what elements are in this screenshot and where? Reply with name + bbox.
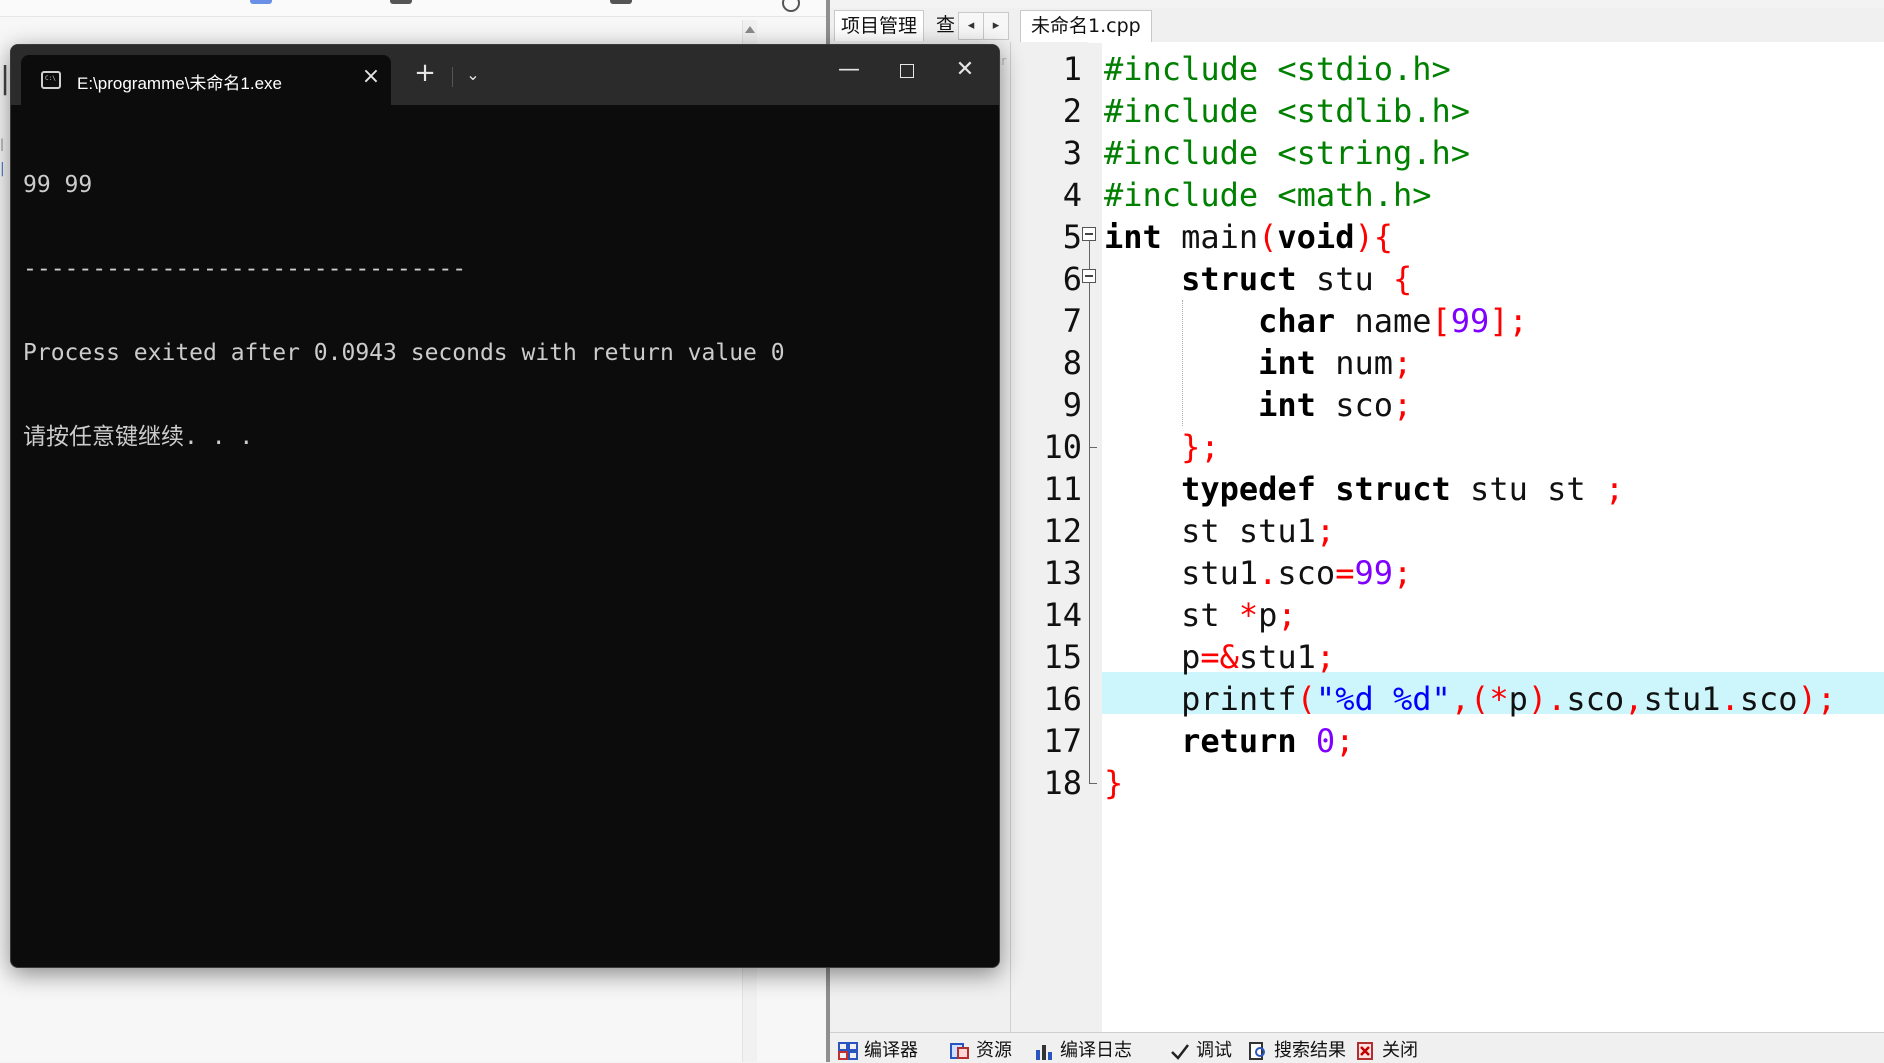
check-icon	[1170, 1042, 1190, 1060]
code-line: printf("%d %d",(*p).sco,stu1.sco);	[1104, 680, 1837, 718]
toolbar-icon	[390, 0, 412, 4]
code-line: p=&stu1;	[1104, 638, 1336, 676]
toolbar-icon	[250, 0, 272, 4]
code-line: int num;	[1258, 344, 1413, 382]
terminal-tab-title: E:\programme\未命名1.exe	[77, 74, 283, 93]
line-number: 6	[1062, 260, 1082, 298]
fold-collapse-icon[interactable]	[1082, 269, 1096, 283]
line-number: 18	[1043, 764, 1082, 802]
line-number: 16	[1043, 680, 1082, 718]
fold-line	[1089, 283, 1090, 783]
text-fragment-mark: |	[0, 61, 11, 96]
resources-icon	[950, 1042, 970, 1060]
line-number: 9	[1062, 386, 1082, 424]
fold-line	[1089, 241, 1090, 269]
fold-end-tick	[1089, 783, 1097, 784]
code-line: st stu1;	[1104, 512, 1336, 550]
tab-resources-label: 资源	[976, 1040, 1012, 1061]
text-fragment-mark: |	[0, 161, 5, 177]
line-number: 4	[1062, 176, 1082, 214]
chevron-down-icon[interactable]: ⌄	[461, 63, 485, 87]
line-number: 5	[1062, 218, 1082, 256]
tab-scroll-right-icon[interactable]: ▸	[983, 12, 1009, 40]
tab-compile-log[interactable]: 编译日志	[1034, 1039, 1152, 1063]
text-fragment-mark: |	[0, 137, 5, 151]
line-number: 11	[1043, 470, 1082, 508]
tab-scroll-left-icon[interactable]: ◂	[958, 12, 984, 40]
line-number: 7	[1062, 302, 1082, 340]
chart-bars-icon	[1034, 1042, 1054, 1060]
bottom-panel-tabs: 编译器 资源 编译日志 调试 搜索结果 关闭	[830, 1032, 1884, 1063]
code-line: };	[1181, 428, 1220, 466]
plus-icon[interactable]: +	[413, 60, 437, 86]
terminal-window[interactable]: E:\programme\未命名1.exe × + ⌄ — ✕ 99 99 --…	[10, 44, 1000, 968]
line-number: 17	[1043, 722, 1082, 760]
maximize-box	[900, 64, 914, 78]
tab-compile-log-label: 编译日志	[1060, 1040, 1132, 1061]
maximize-icon[interactable]	[887, 55, 927, 85]
code-line: int sco;	[1258, 386, 1413, 424]
line-number: 3	[1062, 134, 1082, 172]
line-number: 2	[1062, 92, 1082, 130]
ide-tab-bar: 项目管理 查 ◂ ▸ 未命名1.cpp	[830, 8, 1884, 43]
tab-project-manager[interactable]: 项目管理	[834, 10, 925, 41]
code-line: char name[99];	[1258, 302, 1528, 340]
code-line: stu1.sco=99;	[1104, 554, 1413, 592]
tab-compiler[interactable]: 编译器	[838, 1039, 928, 1063]
terminal-titlebar[interactable]: E:\programme\未命名1.exe × + ⌄ — ✕	[11, 45, 999, 105]
tab-search-results[interactable]: 搜索结果	[1248, 1039, 1350, 1063]
compiler-grid-icon	[838, 1042, 858, 1060]
titlebar-separator	[452, 67, 453, 87]
search-results-icon	[1248, 1042, 1268, 1060]
output-line: --------------------------------	[23, 256, 467, 282]
toolbar-icon	[610, 0, 632, 4]
tab-debug[interactable]: 调试	[1170, 1039, 1236, 1063]
background-toolbar	[0, 0, 826, 17]
tab-debug-label: 调试	[1196, 1040, 1232, 1061]
fold-collapse-icon[interactable]	[1082, 227, 1096, 241]
line-number: 1	[1062, 50, 1082, 88]
tab-resources[interactable]: 资源	[950, 1039, 1026, 1063]
line-number: 13	[1043, 554, 1082, 592]
line-number: 12	[1043, 512, 1082, 550]
tab-view[interactable]: 查	[930, 10, 961, 40]
line-number: 14	[1043, 596, 1082, 634]
line-number: 10	[1043, 428, 1082, 466]
tab-close[interactable]: 关闭	[1356, 1039, 1426, 1063]
code-line: struct stu {	[1181, 260, 1413, 298]
code-line: }	[1104, 764, 1124, 802]
terminal-app-icon	[41, 71, 61, 89]
code-line: #include <stdlib.h>	[1104, 92, 1471, 130]
close-window-icon[interactable]: ✕	[945, 55, 985, 85]
code-line: #include <stdio.h>	[1104, 50, 1451, 88]
terminal-output: 99 99 -------------------------------- P…	[23, 115, 785, 507]
fold-end-tick	[1089, 447, 1097, 448]
output-line: Process exited after 0.0943 seconds with…	[23, 340, 785, 366]
code-line: st *p;	[1104, 596, 1297, 634]
scroll-up-icon[interactable]	[745, 26, 755, 33]
code-line: return 0;	[1181, 722, 1355, 760]
tab-file[interactable]: 未命名1.cpp	[1020, 10, 1152, 43]
output-line: 请按任意键继续. . .	[23, 424, 254, 450]
output-line: 99 99	[23, 172, 93, 198]
code-line: int main(void){	[1104, 218, 1393, 256]
line-number: 15	[1043, 638, 1082, 676]
line-number: 8	[1062, 344, 1082, 382]
code-line: #include <math.h>	[1104, 176, 1432, 214]
code-line: typedef struct stu st ;	[1181, 470, 1625, 508]
tab-close-label: 关闭	[1382, 1040, 1418, 1061]
close-panel-icon	[1356, 1042, 1376, 1060]
close-icon[interactable]: ×	[361, 65, 381, 89]
minimize-icon[interactable]: —	[829, 55, 869, 85]
tab-compiler-label: 编译器	[864, 1040, 918, 1061]
code-line: #include <string.h>	[1104, 134, 1471, 172]
tab-search-results-label: 搜索结果	[1274, 1040, 1346, 1061]
terminal-tab[interactable]: E:\programme\未命名1.exe ×	[21, 55, 391, 105]
